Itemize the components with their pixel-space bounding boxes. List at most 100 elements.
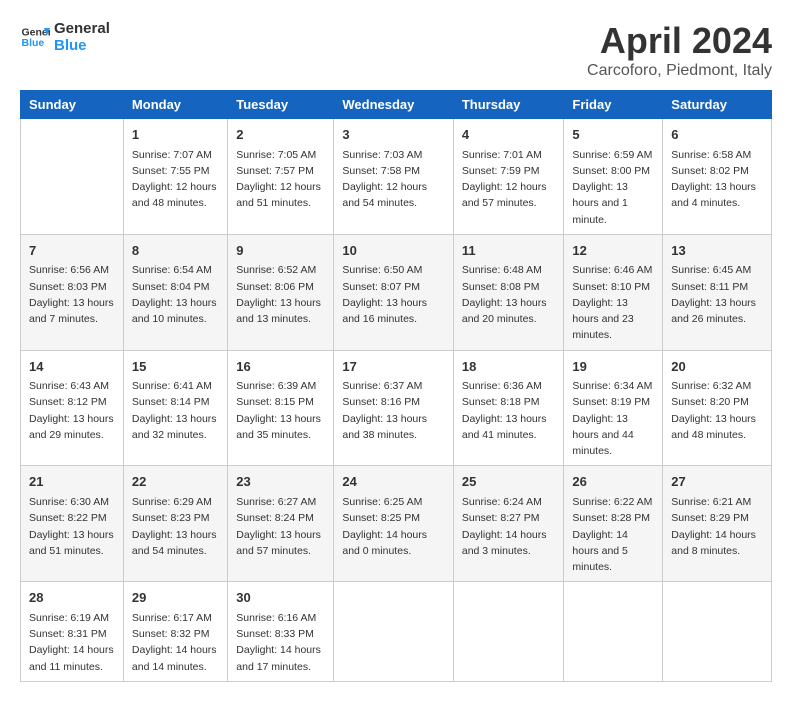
day-number: 7 xyxy=(29,241,115,261)
day-cell: 23Sunrise: 6:27 AMSunset: 8:24 PMDayligh… xyxy=(228,466,334,582)
day-cell: 24Sunrise: 6:25 AMSunset: 8:25 PMDayligh… xyxy=(334,466,454,582)
day-cell: 3Sunrise: 7:03 AMSunset: 7:58 PMDaylight… xyxy=(334,119,454,235)
day-cell: 13Sunrise: 6:45 AMSunset: 8:11 PMDayligh… xyxy=(663,234,772,350)
day-info: Sunrise: 7:03 AMSunset: 7:58 PMDaylight:… xyxy=(342,147,445,212)
day-cell xyxy=(663,582,772,682)
day-number: 21 xyxy=(29,472,115,492)
day-info: Sunrise: 6:17 AMSunset: 8:32 PMDaylight:… xyxy=(132,610,219,675)
day-info: Sunrise: 6:25 AMSunset: 8:25 PMDaylight:… xyxy=(342,494,445,559)
day-info: Sunrise: 6:22 AMSunset: 8:28 PMDaylight:… xyxy=(572,494,654,575)
day-cell: 14Sunrise: 6:43 AMSunset: 8:12 PMDayligh… xyxy=(21,350,124,466)
week-row-4: 28Sunrise: 6:19 AMSunset: 8:31 PMDayligh… xyxy=(21,582,772,682)
day-number: 26 xyxy=(572,472,654,492)
day-cell: 21Sunrise: 6:30 AMSunset: 8:22 PMDayligh… xyxy=(21,466,124,582)
day-cell: 17Sunrise: 6:37 AMSunset: 8:16 PMDayligh… xyxy=(334,350,454,466)
title-area: April 2024 Carcoforo, Piedmont, Italy xyxy=(587,20,772,80)
svg-text:Blue: Blue xyxy=(22,37,45,49)
day-number: 2 xyxy=(236,125,325,145)
day-info: Sunrise: 6:24 AMSunset: 8:27 PMDaylight:… xyxy=(462,494,556,559)
day-info: Sunrise: 6:54 AMSunset: 8:04 PMDaylight:… xyxy=(132,262,219,327)
day-info: Sunrise: 6:48 AMSunset: 8:08 PMDaylight:… xyxy=(462,262,556,327)
day-number: 10 xyxy=(342,241,445,261)
day-cell: 18Sunrise: 6:36 AMSunset: 8:18 PMDayligh… xyxy=(453,350,564,466)
header-cell-sunday: Sunday xyxy=(21,91,124,119)
day-number: 13 xyxy=(671,241,763,261)
day-number: 15 xyxy=(132,357,219,377)
day-cell: 2Sunrise: 7:05 AMSunset: 7:57 PMDaylight… xyxy=(228,119,334,235)
header: General Blue General Blue April 2024 Car… xyxy=(20,20,772,80)
day-info: Sunrise: 6:34 AMSunset: 8:19 PMDaylight:… xyxy=(572,378,654,459)
day-cell: 16Sunrise: 6:39 AMSunset: 8:15 PMDayligh… xyxy=(228,350,334,466)
day-cell: 29Sunrise: 6:17 AMSunset: 8:32 PMDayligh… xyxy=(123,582,227,682)
day-info: Sunrise: 7:07 AMSunset: 7:55 PMDaylight:… xyxy=(132,147,219,212)
day-info: Sunrise: 6:29 AMSunset: 8:23 PMDaylight:… xyxy=(132,494,219,559)
day-cell: 7Sunrise: 6:56 AMSunset: 8:03 PMDaylight… xyxy=(21,234,124,350)
day-info: Sunrise: 6:59 AMSunset: 8:00 PMDaylight:… xyxy=(572,147,654,228)
calendar-table: SundayMondayTuesdayWednesdayThursdayFrid… xyxy=(20,90,772,682)
calendar-header: SundayMondayTuesdayWednesdayThursdayFrid… xyxy=(21,91,772,119)
day-number: 3 xyxy=(342,125,445,145)
week-row-2: 14Sunrise: 6:43 AMSunset: 8:12 PMDayligh… xyxy=(21,350,772,466)
logo-icon: General Blue xyxy=(20,22,50,52)
day-info: Sunrise: 7:01 AMSunset: 7:59 PMDaylight:… xyxy=(462,147,556,212)
day-number: 1 xyxy=(132,125,219,145)
day-info: Sunrise: 6:52 AMSunset: 8:06 PMDaylight:… xyxy=(236,262,325,327)
day-cell: 1Sunrise: 7:07 AMSunset: 7:55 PMDaylight… xyxy=(123,119,227,235)
day-cell xyxy=(334,582,454,682)
day-number: 23 xyxy=(236,472,325,492)
day-info: Sunrise: 6:30 AMSunset: 8:22 PMDaylight:… xyxy=(29,494,115,559)
day-info: Sunrise: 7:05 AMSunset: 7:57 PMDaylight:… xyxy=(236,147,325,212)
day-info: Sunrise: 6:45 AMSunset: 8:11 PMDaylight:… xyxy=(671,262,763,327)
day-number: 29 xyxy=(132,588,219,608)
week-row-3: 21Sunrise: 6:30 AMSunset: 8:22 PMDayligh… xyxy=(21,466,772,582)
day-cell: 6Sunrise: 6:58 AMSunset: 8:02 PMDaylight… xyxy=(663,119,772,235)
day-info: Sunrise: 6:43 AMSunset: 8:12 PMDaylight:… xyxy=(29,378,115,443)
day-info: Sunrise: 6:27 AMSunset: 8:24 PMDaylight:… xyxy=(236,494,325,559)
day-cell: 26Sunrise: 6:22 AMSunset: 8:28 PMDayligh… xyxy=(564,466,663,582)
day-number: 6 xyxy=(671,125,763,145)
calendar-body: 1Sunrise: 7:07 AMSunset: 7:55 PMDaylight… xyxy=(21,119,772,682)
day-info: Sunrise: 6:19 AMSunset: 8:31 PMDaylight:… xyxy=(29,610,115,675)
header-cell-tuesday: Tuesday xyxy=(228,91,334,119)
day-cell: 12Sunrise: 6:46 AMSunset: 8:10 PMDayligh… xyxy=(564,234,663,350)
header-cell-friday: Friday xyxy=(564,91,663,119)
day-number: 27 xyxy=(671,472,763,492)
day-cell xyxy=(453,582,564,682)
day-number: 28 xyxy=(29,588,115,608)
day-number: 14 xyxy=(29,357,115,377)
logo-line2: Blue xyxy=(54,37,110,54)
day-cell: 10Sunrise: 6:50 AMSunset: 8:07 PMDayligh… xyxy=(334,234,454,350)
day-number: 9 xyxy=(236,241,325,261)
day-number: 8 xyxy=(132,241,219,261)
day-info: Sunrise: 6:50 AMSunset: 8:07 PMDaylight:… xyxy=(342,262,445,327)
day-cell xyxy=(21,119,124,235)
day-info: Sunrise: 6:37 AMSunset: 8:16 PMDaylight:… xyxy=(342,378,445,443)
day-number: 11 xyxy=(462,241,556,261)
day-number: 12 xyxy=(572,241,654,261)
day-number: 4 xyxy=(462,125,556,145)
day-cell: 28Sunrise: 6:19 AMSunset: 8:31 PMDayligh… xyxy=(21,582,124,682)
header-cell-saturday: Saturday xyxy=(663,91,772,119)
day-cell: 27Sunrise: 6:21 AMSunset: 8:29 PMDayligh… xyxy=(663,466,772,582)
day-cell: 11Sunrise: 6:48 AMSunset: 8:08 PMDayligh… xyxy=(453,234,564,350)
day-cell: 25Sunrise: 6:24 AMSunset: 8:27 PMDayligh… xyxy=(453,466,564,582)
logo-line1: General xyxy=(54,20,110,37)
day-cell: 9Sunrise: 6:52 AMSunset: 8:06 PMDaylight… xyxy=(228,234,334,350)
day-number: 30 xyxy=(236,588,325,608)
day-info: Sunrise: 6:32 AMSunset: 8:20 PMDaylight:… xyxy=(671,378,763,443)
day-number: 17 xyxy=(342,357,445,377)
week-row-0: 1Sunrise: 7:07 AMSunset: 7:55 PMDaylight… xyxy=(21,119,772,235)
header-cell-monday: Monday xyxy=(123,91,227,119)
day-info: Sunrise: 6:56 AMSunset: 8:03 PMDaylight:… xyxy=(29,262,115,327)
header-row: SundayMondayTuesdayWednesdayThursdayFrid… xyxy=(21,91,772,119)
logo: General Blue General Blue xyxy=(20,20,110,54)
day-number: 20 xyxy=(671,357,763,377)
day-cell: 4Sunrise: 7:01 AMSunset: 7:59 PMDaylight… xyxy=(453,119,564,235)
day-number: 5 xyxy=(572,125,654,145)
day-cell: 15Sunrise: 6:41 AMSunset: 8:14 PMDayligh… xyxy=(123,350,227,466)
day-info: Sunrise: 6:21 AMSunset: 8:29 PMDaylight:… xyxy=(671,494,763,559)
day-info: Sunrise: 6:58 AMSunset: 8:02 PMDaylight:… xyxy=(671,147,763,212)
day-number: 22 xyxy=(132,472,219,492)
day-cell xyxy=(564,582,663,682)
header-cell-wednesday: Wednesday xyxy=(334,91,454,119)
